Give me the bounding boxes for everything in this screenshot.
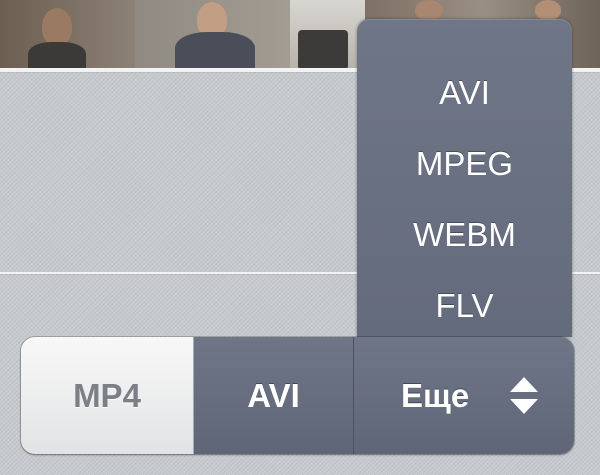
segment-more[interactable]: Еще — [354, 337, 574, 454]
menu-item-avi[interactable]: AVI — [357, 64, 572, 122]
segment-mp4[interactable]: MP4 — [21, 337, 194, 454]
format-dropdown-menu: AVI MPEG WEBM FLV — [357, 19, 572, 337]
format-segmented-control: MP4 AVI Еще — [21, 337, 574, 454]
menu-item-mpeg[interactable]: MPEG — [357, 135, 572, 193]
more-label: Еще — [401, 377, 470, 414]
up-down-chevron-icon — [510, 377, 538, 415]
video-frame — [0, 0, 135, 68]
segment-avi[interactable]: AVI — [194, 337, 354, 454]
menu-item-flv[interactable]: FLV — [357, 277, 572, 335]
video-frame — [290, 0, 365, 68]
menu-item-webm[interactable]: WEBM — [357, 206, 572, 264]
video-frame — [135, 0, 290, 68]
